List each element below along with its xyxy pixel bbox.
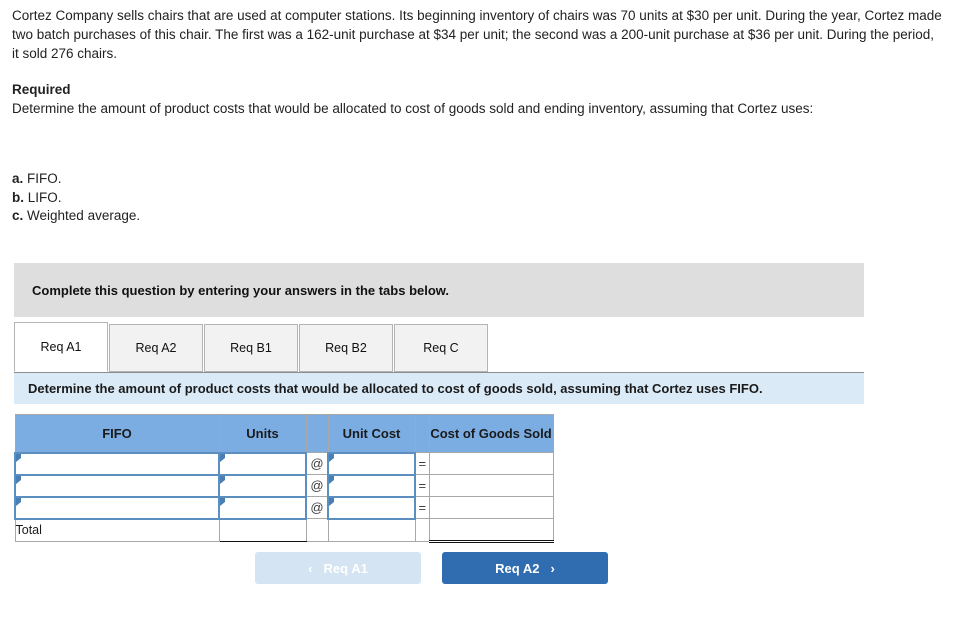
row-3-units-input[interactable] [218,495,307,520]
required-text: Determine the amount of product costs th… [12,101,814,116]
column-header-cost-of-goods-sold: Cost of Goods Sold [428,414,554,453]
table-row: @ = [14,473,554,498]
instruction-bar-text: Complete this question by entering your … [32,282,450,298]
cell-marker-icon [220,475,225,484]
total-spacer-1 [305,518,329,542]
row-3-unit-cost-input[interactable] [327,495,416,520]
list-item-c: c. Weighted average. [12,207,140,226]
row-2-equals-symbol: = [414,474,430,497]
tab-req-a2[interactable]: Req A2 [109,324,203,372]
column-header-unit-cost: Unit Cost [327,414,416,453]
row-3-cogs-cell [428,496,554,519]
total-units-cell [218,518,307,542]
tab-req-b2[interactable]: Req B2 [299,324,393,372]
row-3-equals-symbol: = [414,496,430,519]
total-cogs-cell [428,518,554,543]
tab-bar: Req A1 Req A2 Req B1 Req B2 Req C [14,322,489,372]
list-label-c: Weighted average. [27,208,141,223]
chevron-left-icon: ‹ [308,560,313,576]
tab-req-b2-label: Req B2 [325,341,367,355]
cell-marker-icon [220,453,225,462]
list-label-b: LIFO. [27,189,62,205]
fifo-answer-table: FIFO Units Unit Cost Cost of Goods Sold … [14,414,554,543]
row-1-cogs-cell [428,452,554,475]
tab-req-c[interactable]: Req C [394,324,488,372]
row-2-at-symbol: @ [305,474,329,497]
requirement-list: a. FIFO. b. LIFO. c. Weighted average. [12,170,140,226]
required-block: Required Determine the amount of product… [12,80,922,118]
navigation-buttons: ‹ Req A1 Req A2 › [255,552,608,584]
instruction-bar: Complete this question by entering your … [14,263,864,317]
table-row: @ = [14,451,554,476]
cell-marker-icon [329,453,334,462]
tab-question-bar: Determine the amount of product costs th… [14,372,864,404]
row-2-label-input[interactable] [14,473,220,498]
tab-req-b1[interactable]: Req B1 [204,324,298,372]
tab-req-a2-label: Req A2 [135,341,177,355]
list-label-a: FIFO. [27,171,62,186]
table-row: @ = [14,495,554,520]
row-2-cogs-cell [428,474,554,497]
cell-marker-icon [16,497,21,506]
table-header-row: FIFO Units Unit Cost Cost of Goods Sold [14,414,554,453]
row-2-unit-cost-input[interactable] [327,473,416,498]
tab-req-b1-label: Req B1 [230,341,272,355]
cell-marker-icon [16,453,21,462]
row-1-equals-symbol: = [414,452,430,475]
table-total-row: Total [14,518,554,543]
next-req-a2-button[interactable]: Req A2 › [442,552,608,584]
list-marker-b: b. [12,189,24,205]
problem-statement: Cortez Company sells chairs that are use… [12,8,942,61]
row-3-at-symbol: @ [305,496,329,519]
total-label: Total [14,518,220,542]
cell-marker-icon [220,497,225,506]
column-header-units: Units [218,414,307,453]
list-item-a: a. FIFO. [12,170,140,189]
column-header-spacer-1 [305,414,329,453]
prev-button-label: Req A1 [323,560,368,576]
row-3-label-input[interactable] [14,495,220,520]
list-item-b: b. LIFO. [12,189,140,208]
column-header-spacer-2 [414,414,430,453]
cell-marker-icon [16,475,21,484]
tab-req-c-label: Req C [423,341,459,355]
list-marker-c: c. [12,208,24,223]
tab-req-a1[interactable]: Req A1 [14,322,108,372]
prev-req-a1-button[interactable]: ‹ Req A1 [255,552,421,584]
row-1-label-input[interactable] [14,451,220,476]
column-header-fifo: FIFO [14,414,220,453]
next-button-label: Req A2 [495,560,540,576]
total-unit-cost-cell [327,518,416,542]
row-1-unit-cost-input[interactable] [327,451,416,476]
row-1-units-input[interactable] [218,451,307,476]
row-1-at-symbol: @ [305,452,329,475]
tab-req-a1-label: Req A1 [40,340,82,354]
cell-marker-icon [329,497,334,506]
list-marker-a: a. [12,171,24,186]
chevron-right-icon: › [550,560,555,576]
row-2-units-input[interactable] [218,473,307,498]
total-spacer-2 [414,518,430,542]
cell-marker-icon [329,475,334,484]
required-heading: Required [12,82,71,97]
tab-question-text: Determine the amount of product costs th… [28,381,763,396]
